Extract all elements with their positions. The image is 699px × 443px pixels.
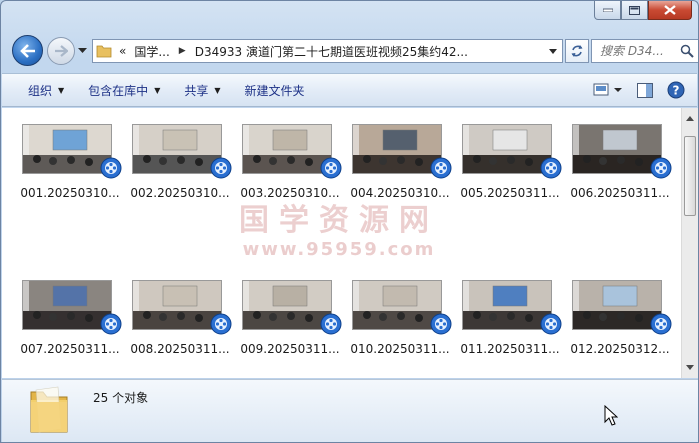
file-name: 006.20250311...	[570, 186, 670, 200]
search-icon[interactable]	[680, 44, 694, 58]
mouse-cursor-icon	[604, 404, 619, 430]
maximize-icon	[629, 5, 640, 15]
share-label: 共享	[184, 83, 209, 98]
video-thumbnail	[132, 124, 222, 174]
watermark-url: www.95959.com	[242, 239, 436, 260]
vertical-scrollbar[interactable]	[681, 108, 698, 378]
svg-text:?: ?	[673, 84, 680, 98]
video-player-badge-icon	[100, 313, 122, 335]
organize-label: 组织	[28, 83, 53, 98]
chevron-down-icon: ▼	[58, 85, 65, 95]
video-thumbnail	[22, 124, 112, 174]
new-folder-label: 新建文件夹	[244, 83, 305, 98]
folder-icon	[93, 40, 115, 62]
help-icon: ?	[667, 81, 685, 99]
address-bar[interactable]: « 国学... ▶ D34933 演道门第二十七期道医班视频25集约42...	[92, 39, 563, 63]
chevron-down-icon: ▼	[214, 85, 221, 95]
search-input[interactable]	[600, 44, 680, 58]
preview-pane-icon	[637, 82, 653, 98]
file-name: 005.20250311...	[460, 186, 560, 200]
video-thumbnail	[572, 280, 662, 330]
details-pane: 25 个对象	[2, 379, 698, 442]
video-thumbnail	[572, 124, 662, 174]
breadcrumb-overflow[interactable]: «	[115, 44, 130, 58]
minimize-icon	[602, 8, 613, 12]
file-name: 002.20250310...	[130, 186, 230, 200]
new-folder-button[interactable]: 新建文件夹	[233, 77, 317, 103]
chevron-down-icon	[549, 48, 557, 54]
forward-arrow-icon	[55, 45, 68, 57]
video-thumbnail	[132, 280, 222, 330]
back-arrow-icon	[19, 43, 35, 58]
view-icon	[593, 83, 622, 96]
address-dropdown-button[interactable]	[544, 40, 562, 62]
file-name: 011.20250311...	[460, 342, 560, 356]
video-player-badge-icon	[540, 313, 562, 335]
video-thumbnail	[462, 124, 552, 174]
command-bar: 组织 ▼ 包含在库中 ▼ 共享 ▼ 新建文件夹 ?	[2, 73, 697, 107]
video-player-badge-icon	[430, 313, 452, 335]
caption-buttons	[594, 1, 692, 20]
file-name: 008.20250311...	[130, 342, 230, 356]
explorer-window: « 国学... ▶ D34933 演道门第二十七期道医班视频25集约42... …	[0, 0, 699, 443]
video-thumbnail	[352, 124, 442, 174]
search-box[interactable]	[591, 39, 698, 63]
video-player-badge-icon	[320, 313, 342, 335]
navigation-row: « 国学... ▶ D34933 演道门第二十七期道医班视频25集约42...	[9, 35, 698, 67]
file-list[interactable]: 001.20250310... 002.20250310... 003.202503…	[2, 108, 698, 378]
include-in-library-label: 包含在库中	[88, 83, 149, 98]
help-button[interactable]: ?	[663, 78, 689, 102]
video-player-badge-icon	[320, 157, 342, 179]
organize-menu[interactable]: 组织 ▼	[16, 77, 76, 103]
video-player-badge-icon	[650, 157, 672, 179]
chevron-down-icon	[686, 365, 694, 370]
file-name: 007.20250311...	[20, 342, 120, 356]
breadcrumb-separator-icon[interactable]: ▶	[174, 46, 191, 56]
video-thumbnail	[22, 280, 112, 330]
chevron-up-icon	[686, 116, 694, 121]
file-name: 009.20250311...	[240, 342, 340, 356]
scrollbar-thumb[interactable]	[684, 136, 696, 216]
share-menu[interactable]: 共享 ▼	[172, 77, 232, 103]
video-player-badge-icon	[100, 157, 122, 179]
video-thumbnail	[352, 280, 442, 330]
file-name: 010.20250311...	[350, 342, 450, 356]
video-player-badge-icon	[650, 313, 672, 335]
back-button[interactable]	[12, 35, 43, 66]
breadcrumb-current[interactable]: D34933 演道门第二十七期道医班视频25集约42...	[191, 43, 472, 60]
chevron-down-icon	[77, 48, 87, 53]
close-button[interactable]	[648, 1, 692, 20]
video-thumbnail	[242, 124, 332, 174]
toolbar-view-controls: ?	[589, 78, 689, 102]
forward-button[interactable]	[47, 37, 75, 65]
view-options-button[interactable]	[589, 78, 627, 102]
file-name: 001.20250310...	[20, 186, 120, 200]
recent-pages-button[interactable]	[77, 46, 87, 56]
breadcrumb-parent[interactable]: 国学...	[130, 43, 173, 60]
close-icon	[664, 5, 676, 15]
chevron-down-icon: ▼	[154, 85, 161, 95]
item-count: 25 个对象	[93, 391, 149, 405]
include-in-library-menu[interactable]: 包含在库中 ▼	[76, 77, 172, 103]
maximize-button[interactable]	[621, 1, 648, 20]
minimize-button[interactable]	[594, 1, 621, 20]
video-thumbnail	[242, 280, 332, 330]
preview-pane-button[interactable]	[633, 78, 657, 102]
refresh-button[interactable]	[565, 39, 589, 63]
watermark: 国学资源网 www.95959.com	[239, 195, 439, 260]
watermark-text: 国学资源网	[239, 203, 439, 238]
video-player-badge-icon	[430, 157, 452, 179]
scroll-down-button[interactable]	[682, 359, 698, 376]
scroll-up-button[interactable]	[682, 110, 698, 127]
video-player-badge-icon	[540, 157, 562, 179]
folder-icon	[28, 384, 70, 437]
video-player-badge-icon	[210, 313, 232, 335]
refresh-icon	[571, 45, 583, 57]
video-thumbnail	[462, 280, 552, 330]
video-player-badge-icon	[210, 157, 232, 179]
file-name: 012.20250312...	[570, 342, 670, 356]
